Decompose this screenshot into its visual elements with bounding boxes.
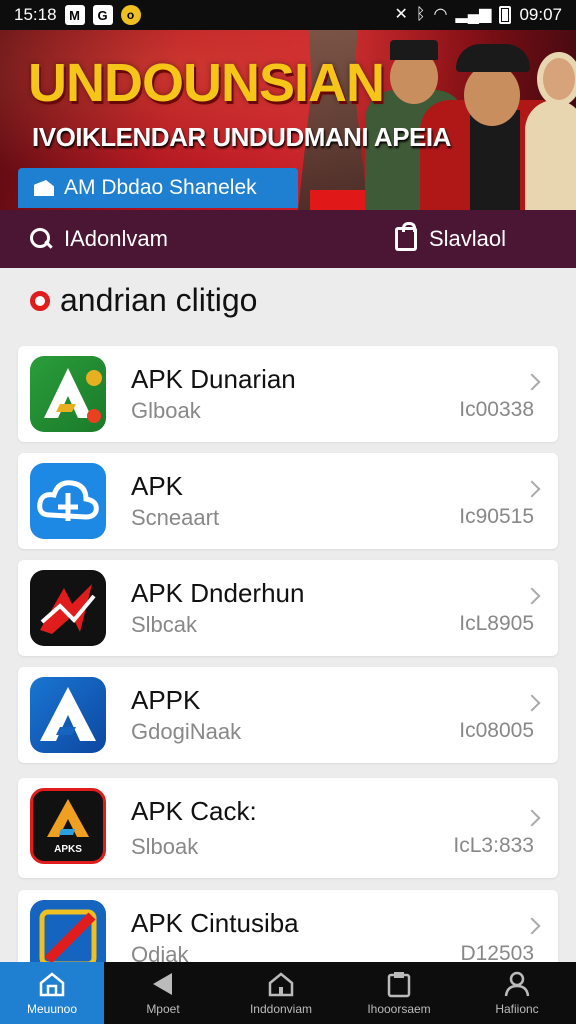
app-developer: Slboak (131, 834, 199, 859)
app-size: Ic00338 (459, 398, 534, 421)
bottom-navigation: Meuunoo Mpoet Inddonviam Ihooorsaem Hafi… (0, 962, 576, 1024)
home-icon (37, 970, 67, 998)
banner-chip-button[interactable]: AM Dbdao Shanelek (18, 168, 298, 208)
blue-a-icon (30, 677, 106, 753)
nav-home[interactable]: Meuunoo (0, 962, 104, 1024)
chevron-right-icon (523, 373, 541, 391)
profile-icon (502, 970, 532, 998)
app-developer: GdogiNaak (131, 719, 242, 744)
nav-back-label: Mpoet (146, 1002, 180, 1016)
bag-icon (394, 222, 417, 251)
house-icon (266, 970, 296, 998)
banner-chip-label: AM Dbdao Shanelek (64, 176, 257, 199)
list-item[interactable]: APK Dnderhun Slbcak IcL8905 (18, 560, 558, 656)
app-name: APK Cintusiba (131, 908, 299, 938)
app-developer: Glboak (131, 398, 201, 423)
search-label: IAdonlvam (64, 226, 168, 251)
nav-back[interactable]: Mpoet (104, 962, 222, 1024)
section-header: andrian clitigo (30, 282, 257, 319)
person-figure-3 (525, 30, 576, 210)
status-time-left: 15:18 (14, 5, 57, 24)
apks-icon: APKS (30, 788, 106, 864)
notification-g-icon: G (92, 5, 113, 25)
app-name: APK Dnderhun (131, 578, 305, 608)
app-name: APPK (131, 685, 201, 715)
banner-subtitle: IVOIKLENDAR UNDUDMANI APEIA (32, 122, 451, 152)
cloud-download-icon (30, 463, 106, 539)
chevron-right-icon (523, 917, 541, 935)
nav-house-label: Inddonviam (249, 1002, 313, 1016)
search-button[interactable]: IAdonlvam (30, 226, 168, 252)
status-right: ✕ ᛒ ◠ ▂▄▆ 09:07 (395, 5, 562, 25)
nav-house[interactable]: Inddonviam (222, 962, 340, 1024)
search-icon (30, 228, 52, 250)
back-icon (148, 970, 178, 998)
chevron-right-icon (523, 480, 541, 498)
chevron-right-icon (523, 587, 541, 605)
bluetooth-icon: ᛒ (415, 6, 426, 23)
nav-clipboard-label: Ihooorsaem (367, 1002, 431, 1016)
wifi-icon: ◠ (433, 6, 448, 23)
clipboard-icon (384, 970, 414, 998)
status-left: 15:18 M G o (14, 5, 141, 25)
notification-o-icon: o (120, 5, 141, 25)
tag-icon (34, 180, 54, 196)
apks-icon-label: APKS (54, 844, 82, 855)
search-bar: IAdonlvam Slavlaol (0, 210, 576, 268)
app-size: IcL3:833 (453, 834, 534, 857)
app-size: Ic90515 (459, 505, 534, 528)
app-developer: Scneaart (131, 505, 220, 530)
battery-icon (499, 6, 512, 24)
nav-clipboard[interactable]: Ihooorsaem (340, 962, 458, 1024)
section-title: andrian clitigo (60, 282, 258, 318)
list-item[interactable]: APK Dunarian Glboak Ic00338 (18, 346, 558, 442)
app-developer: Slbcak (131, 612, 198, 637)
nav-profile-label: Hafiionc (495, 1002, 539, 1016)
list-item[interactable]: APK Scneaart Ic90515 (18, 453, 558, 549)
chevron-right-icon (523, 694, 541, 712)
list-item[interactable]: APPK GdogiNaak Ic08005 (18, 667, 558, 763)
mute-icon: ✕ (394, 6, 408, 23)
record-dot-icon (30, 290, 50, 311)
promo-banner[interactable]: UNDOUNSIAN IVOIKLENDAR UNDUDMANI APEIA A… (0, 30, 576, 210)
notification-m-icon: M (64, 5, 85, 25)
nav-home-label: Meuunoo (26, 1002, 78, 1016)
saved-button[interactable]: Slavlaol (394, 222, 506, 252)
app-size: IcL8905 (459, 612, 534, 635)
app-name: APK Cack: (131, 796, 257, 826)
status-time-right: 09:07 (519, 5, 562, 24)
app-name: APK Dunarian (131, 364, 296, 394)
saved-label: Slavlaol (428, 226, 506, 251)
nav-profile[interactable]: Hafiionc (458, 962, 576, 1024)
app-name: APK (131, 471, 184, 501)
signal-icon: ▂▄▆ (455, 6, 492, 23)
list-item[interactable]: APKS APK Cack: Slboak IcL3:833 (18, 778, 558, 878)
red-arrow-icon (30, 570, 106, 646)
chevron-right-icon (523, 809, 541, 827)
banner-title: UNDOUNSIAN (28, 53, 385, 113)
android-green-icon (30, 356, 106, 432)
status-bar: 15:18 M G o ✕ ᛒ ◠ ▂▄▆ 09:07 (0, 0, 576, 30)
app-size: Ic08005 (459, 719, 534, 742)
